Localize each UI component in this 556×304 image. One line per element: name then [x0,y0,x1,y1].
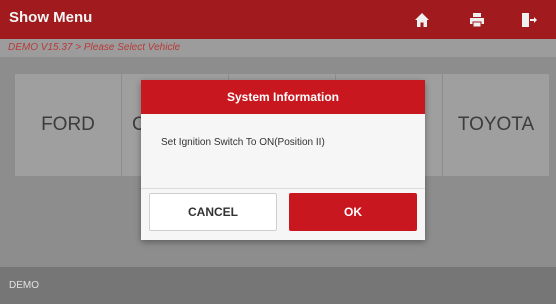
footer-bar: DEMO [0,267,556,304]
vehicle-tile-toyota[interactable]: TOYOTA [443,74,549,176]
app-title: Show Menu [9,9,93,26]
breadcrumb-text: DEMO V15.37 > Please Select Vehicle [8,42,181,53]
print-icon[interactable] [467,10,487,30]
vehicle-tile-ford[interactable]: FORD [15,74,121,176]
ok-button[interactable]: OK [289,193,417,231]
exit-icon[interactable] [519,10,539,30]
dialog-title: System Information [141,80,425,114]
breadcrumb: DEMO V15.37 > Please Select Vehicle [0,39,556,57]
vehicle-tile-label: FORD [41,114,95,135]
system-information-dialog: System Information Set Ignition Switch T… [141,80,425,240]
footer-label: DEMO [9,280,39,291]
dialog-divider [141,188,425,189]
vehicle-tile-label: TOYOTA [457,114,535,135]
cancel-button[interactable]: CANCEL [149,193,277,231]
home-icon[interactable] [412,10,432,30]
dialog-message: Set Ignition Switch To ON(Position II) [161,137,325,148]
top-bar: Show Menu [0,0,556,39]
